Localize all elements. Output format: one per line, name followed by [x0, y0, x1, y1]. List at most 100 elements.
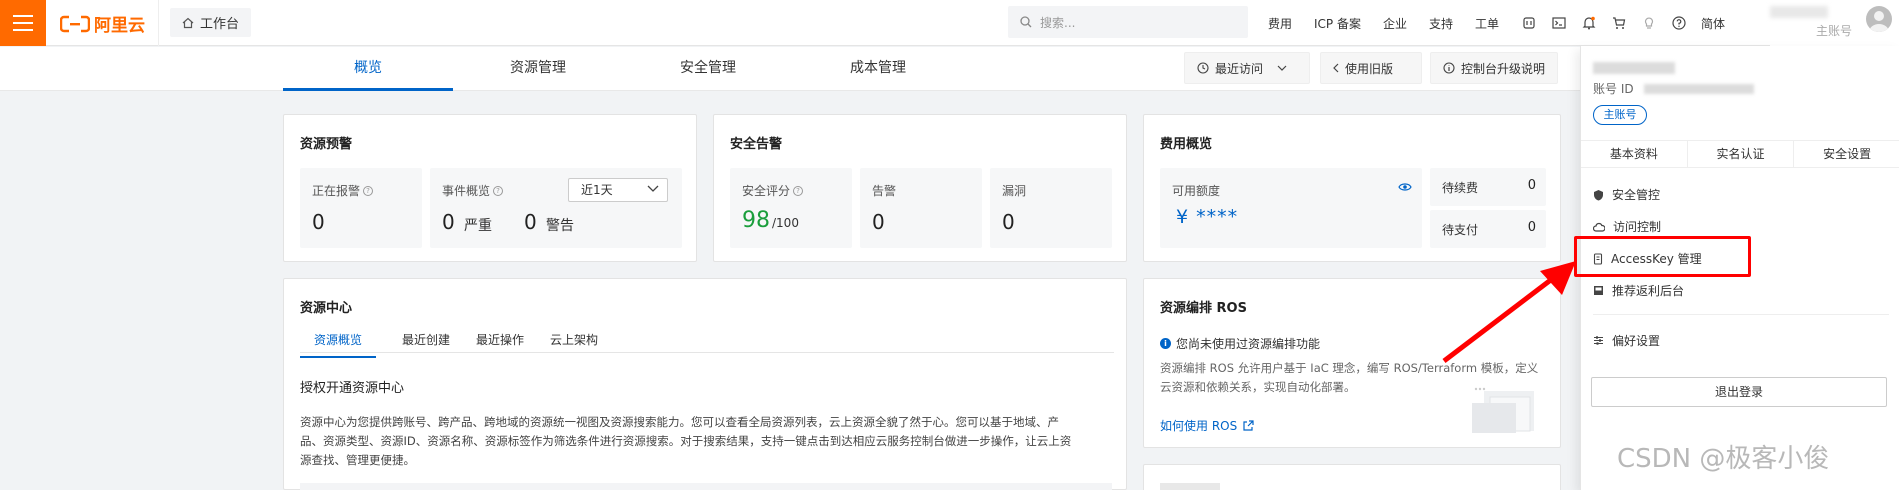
section-heading: 授权开通资源中心 — [300, 381, 405, 396]
book-icon — [1594, 286, 1603, 295]
account-tabs: 基本资料 实名认证 安全设置 — [1581, 140, 1899, 168]
link-icp[interactable]: ICP 备案 — [1314, 15, 1361, 32]
tab-cloud-architecture[interactable]: 云上架构 — [550, 331, 598, 358]
recent-visits-label: 最近访问 — [1215, 61, 1264, 76]
account-menu-trigger[interactable]: 主账号 — [1770, 0, 1899, 46]
link-billing[interactable]: 费用 — [1268, 15, 1292, 32]
alarming-panel[interactable]: 正在报警? 0 — [300, 168, 422, 248]
robot-icon[interactable] — [1521, 15, 1537, 31]
score-total: /100 — [772, 216, 799, 230]
highlight-box — [1574, 236, 1751, 277]
renew-label: 待续费 — [1442, 181, 1479, 195]
menu-item-label: 访问控制 — [1613, 220, 1662, 234]
pay-value: 0 — [1527, 220, 1536, 235]
alarming-value: 0 — [312, 210, 325, 234]
cart-icon[interactable] — [1611, 15, 1627, 31]
partial-title — [1160, 483, 1220, 490]
ros-notice-text: 您尚未使用过资源编排功能 — [1176, 337, 1321, 351]
help-icon[interactable] — [1671, 15, 1687, 31]
resource-center-tabs: 资源概览 最近创建 最近操作 云上架构 — [300, 331, 598, 358]
eye-icon[interactable] — [1398, 182, 1412, 192]
alert-value: 0 — [872, 210, 885, 234]
menu-item-security-control[interactable]: 安全管控 — [1593, 186, 1660, 203]
cloud-icon — [1593, 222, 1605, 232]
tab-recently-created[interactable]: 最近创建 — [402, 331, 450, 358]
help-icon[interactable]: ? — [793, 185, 804, 196]
aliyun-logo-icon — [60, 15, 90, 32]
renew-value: 0 — [1527, 178, 1536, 193]
serious-value[interactable]: 0 — [442, 210, 455, 234]
aliyun-logo[interactable]: 阿里云 — [60, 11, 145, 36]
card-title: 资源中心 — [300, 301, 353, 316]
lightbulb-icon[interactable] — [1641, 15, 1657, 31]
menu-item-label: 推荐返利后台 — [1612, 284, 1685, 298]
tab-resource-management[interactable]: 资源管理 — [453, 47, 623, 91]
account-id-row: 账号 ID — [1593, 80, 1754, 97]
menu-item-preferences[interactable]: 偏好设置 — [1593, 332, 1660, 349]
vuln-label: 漏洞 — [1002, 184, 1027, 198]
recent-visits-button[interactable]: 最近访问 — [1184, 52, 1310, 84]
tab-recent-operations[interactable]: 最近操作 — [476, 331, 524, 358]
avatar[interactable] — [1866, 6, 1892, 32]
upgrade-info-button[interactable]: 控制台升级说明 — [1430, 52, 1558, 84]
card-title: 安全告警 — [730, 137, 783, 152]
tab-resource-overview[interactable]: 资源概览 — [300, 331, 377, 358]
sliders-icon — [1594, 336, 1603, 345]
period-select[interactable]: 近1天 — [568, 178, 668, 202]
sub-navigation: 概览 资源管理 安全管理 成本管理 最近访问 使用旧版 控制台升级说明 — [0, 47, 1580, 91]
vulnerabilities-panel[interactable]: 漏洞 0 — [990, 168, 1112, 248]
menu-item-referral[interactable]: 推荐返利后台 — [1593, 282, 1684, 299]
events-label: 事件概览 — [442, 184, 491, 198]
tab-overview[interactable]: 概览 — [283, 47, 453, 91]
menu-button[interactable] — [0, 0, 46, 46]
bell-icon[interactable] — [1581, 15, 1597, 31]
link-support[interactable]: 支持 — [1429, 15, 1453, 32]
chevron-down-icon — [1277, 65, 1287, 71]
available-value: ¥ **** — [1176, 206, 1239, 228]
tab-security-settings[interactable]: 安全设置 — [1794, 141, 1899, 167]
security-score-panel[interactable]: 安全评分? 98 /100 — [730, 168, 852, 248]
search-placeholder: 搜索... — [1040, 15, 1076, 30]
tab-cost-management[interactable]: 成本管理 — [793, 47, 963, 91]
menu-item-access-control[interactable]: 访问控制 — [1593, 218, 1661, 235]
red-arrow-annotation — [1442, 261, 1576, 363]
logout-button[interactable]: 退出登录 — [1591, 377, 1887, 407]
upgrade-info-label: 控制台升级说明 — [1461, 61, 1546, 76]
search-input[interactable]: 搜索... — [1008, 6, 1248, 38]
resource-center-description: 资源中心为您提供跨账号、跨产品、跨地域的资源统一视图及资源搜索能力。您可以查看全… — [300, 413, 1120, 470]
description-line: 资源中心为您提供跨账号、跨产品、跨地域的资源统一视图及资源搜索能力。您可以查看全… — [300, 415, 1059, 429]
workbench-button[interactable]: 工作台 — [170, 8, 252, 37]
terminal-icon[interactable] — [1551, 15, 1567, 31]
description-line: 品、资源类型、资源ID、资源名称、资源标签作为筛选条件进行资源搜索。对于搜索结果… — [300, 434, 1072, 448]
pending-payment-panel[interactable]: 待支付 0 — [1430, 210, 1546, 248]
folder-illustration — [1472, 387, 1534, 433]
pending-renewal-panel[interactable]: 待续费 0 — [1430, 168, 1546, 206]
ros-help-link[interactable]: 如何使用 ROS — [1160, 417, 1254, 434]
info-icon: i — [1160, 338, 1171, 349]
alarming-label: 正在报警 — [312, 184, 361, 198]
divider — [300, 352, 1114, 353]
security-alerts-card: 安全告警 安全评分? 98 /100 告警 0 漏洞 0 — [713, 114, 1127, 262]
pay-label: 待支付 — [1442, 223, 1479, 237]
use-old-version-button[interactable]: 使用旧版 — [1320, 52, 1422, 84]
alerts-panel[interactable]: 告警 0 — [860, 168, 982, 248]
tab-basic-info[interactable]: 基本资料 — [1581, 141, 1688, 167]
warning-value[interactable]: 0 — [524, 210, 537, 234]
help-icon[interactable]: ? — [493, 185, 504, 196]
search-icon — [1020, 16, 1032, 28]
language-switch[interactable]: 简体 — [1701, 15, 1725, 32]
score-label: 安全评分 — [742, 184, 791, 198]
external-link-icon — [1243, 419, 1254, 431]
shield-icon — [1594, 189, 1603, 200]
chevron-down-icon — [647, 185, 659, 192]
watermark: CSDN @极客小俊 — [1617, 444, 1830, 474]
alert-label: 告警 — [872, 184, 897, 198]
top-links: 费用 ICP 备案 企业 支持 工单 简体 — [1268, 0, 1747, 46]
tab-real-name[interactable]: 实名认证 — [1688, 141, 1795, 167]
link-ticket[interactable]: 工单 — [1475, 15, 1499, 32]
link-enterprise[interactable]: 企业 — [1383, 15, 1407, 32]
home-icon — [182, 17, 194, 28]
tab-security-management[interactable]: 安全管理 — [623, 47, 793, 91]
serious-label: 严重 — [464, 218, 492, 234]
help-icon[interactable]: ? — [363, 185, 374, 196]
